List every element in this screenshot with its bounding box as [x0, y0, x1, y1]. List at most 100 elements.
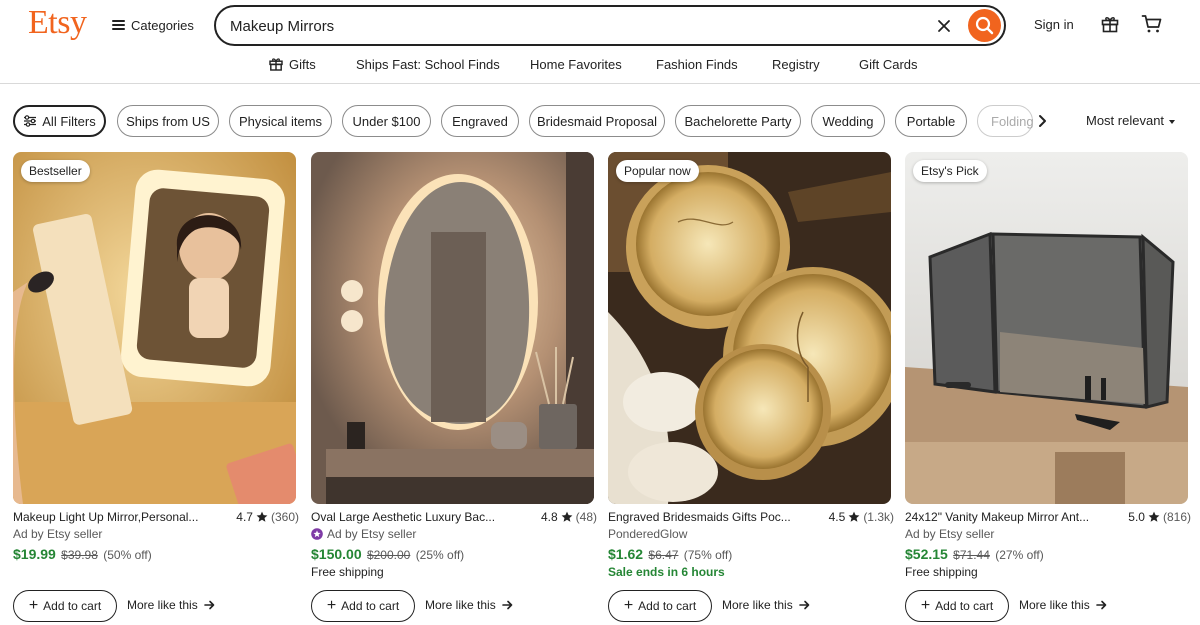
rating-value: 4.8: [540, 510, 558, 524]
review-count: (816): [1162, 510, 1191, 524]
sort-dropdown[interactable]: Most relevant: [1086, 113, 1176, 128]
sort-label: Most relevant: [1086, 113, 1165, 128]
sale-price: $1.62: [608, 546, 644, 562]
vanity-mirror-photo: [905, 152, 1188, 504]
original-price: $39.98: [61, 548, 98, 562]
original-price: $71.44: [953, 548, 990, 562]
seller-label: Ad by Etsy seller: [905, 527, 994, 541]
add-to-cart-label: Add to cart: [341, 599, 400, 613]
discount-label: (27% off): [995, 548, 1044, 562]
arrow-right-icon: [203, 600, 214, 610]
arrow-right-icon: [501, 600, 512, 610]
filter-pill-ships-from-us[interactable]: Ships from US: [117, 105, 219, 137]
plus-icon: +: [920, 597, 931, 614]
search-button[interactable]: [968, 9, 1001, 42]
star-seller-icon: [311, 528, 323, 540]
search-input[interactable]: [230, 16, 920, 36]
add-to-cart-button[interactable]: + Add to cart: [905, 590, 1009, 622]
listing-title[interactable]: Makeup Light Up Mirror,Personal...: [13, 510, 218, 524]
discount-label: (75% off): [683, 548, 733, 562]
filter-pill-physical-items[interactable]: Physical items: [229, 105, 332, 137]
free-shipping-label: Free shipping: [311, 565, 384, 579]
clear-icon[interactable]: [934, 16, 954, 36]
filter-pill-portable[interactable]: Portable: [895, 105, 967, 137]
rating-value: 4.7: [236, 510, 253, 524]
listing-image[interactable]: Bestseller: [13, 152, 296, 504]
price-block: $19.99 $39.98 (50% off): [13, 546, 152, 562]
filter-pill-folding[interactable]: Folding: [977, 105, 1034, 137]
rating-value: 5.0: [1128, 510, 1145, 524]
filter-pill-under-100[interactable]: Under $100: [342, 105, 431, 137]
chevron-right-icon[interactable]: [1036, 113, 1048, 129]
plus-icon: +: [28, 597, 39, 614]
add-to-cart-button[interactable]: + Add to cart: [311, 590, 415, 622]
listing-title[interactable]: Oval Large Aesthetic Luxury Bac...: [311, 510, 516, 524]
more-like-this-link[interactable]: More like this: [1019, 598, 1107, 612]
discount-label: (25% off): [415, 548, 465, 562]
more-like-this-link[interactable]: More like this: [425, 598, 513, 612]
compact-mirror-photo: [608, 152, 891, 504]
listing-title[interactable]: Engraved Bridesmaids Gifts Poc...: [608, 510, 813, 524]
rating-value: 4.5: [828, 510, 846, 524]
header-divider: [0, 83, 1200, 84]
add-to-cart-button[interactable]: + Add to cart: [13, 590, 117, 622]
all-filters-label: All Filters: [42, 113, 96, 129]
star-icon: [1148, 511, 1160, 522]
add-to-cart-button[interactable]: + Add to cart: [608, 590, 712, 622]
plus-icon: +: [326, 597, 337, 614]
filter-pill-bridesmaid-proposal[interactable]: Bridesmaid Proposal: [529, 105, 665, 137]
filter-bar: All Filters Ships from US Physical items…: [0, 104, 1200, 138]
nav-item-gifts[interactable]: Gifts: [289, 57, 316, 72]
listing-card[interactable]: Bestseller Makeup Light Up Mirror,Person…: [13, 152, 299, 625]
listing-image[interactable]: Etsy's Pick: [905, 152, 1188, 504]
listing-title[interactable]: 24x12" Vanity Makeup Mirror Ant...: [905, 510, 1110, 524]
more-like-this-label: More like this: [1019, 598, 1090, 612]
seller-name: Ad by Etsy seller: [13, 527, 103, 541]
filter-pill-bachelorette-party[interactable]: Bachelorette Party: [675, 105, 801, 137]
price-block: $52.15 $71.44 (27% off): [905, 546, 1044, 562]
etsy-logo[interactable]: Etsy: [28, 4, 87, 42]
gift-icon: [269, 58, 283, 71]
all-filters-button[interactable]: All Filters: [13, 105, 106, 137]
seller-label: Ad by Etsy seller: [311, 527, 416, 541]
gift-icon[interactable]: [1100, 14, 1120, 34]
cart-icon[interactable]: [1141, 14, 1163, 34]
nav-item-gift-cards[interactable]: Gift Cards: [859, 57, 918, 72]
review-count: (360): [270, 510, 299, 524]
more-like-this-link[interactable]: More like this: [722, 598, 810, 612]
add-to-cart-label: Add to cart: [935, 599, 994, 613]
star-icon: [256, 511, 268, 522]
categories-button[interactable]: Categories: [112, 12, 194, 38]
nav-item-registry[interactable]: Registry: [772, 57, 820, 72]
hamburger-icon: [112, 20, 125, 30]
listing-image[interactable]: [311, 152, 594, 504]
more-like-this-label: More like this: [425, 598, 496, 612]
seller-label[interactable]: PonderedGlow: [608, 527, 687, 541]
price-block: $1.62 $6.47 (75% off): [608, 546, 732, 562]
more-like-this-label: More like this: [127, 598, 198, 612]
nav-item-ships-fast[interactable]: Ships Fast: School Finds: [356, 57, 500, 72]
plus-icon: +: [623, 597, 634, 614]
add-to-cart-label: Add to cart: [638, 599, 697, 613]
more-like-this-link[interactable]: More like this: [127, 598, 215, 612]
listing-rating: 4.7 (360): [236, 510, 299, 524]
badge-popular-now: Popular now: [616, 160, 699, 182]
categories-label: Categories: [131, 17, 194, 33]
arrow-right-icon: [1095, 600, 1106, 610]
more-like-this-label: More like this: [722, 598, 793, 612]
sign-in-link[interactable]: Sign in: [1034, 17, 1074, 32]
listing-image[interactable]: Popular now: [608, 152, 891, 504]
add-to-cart-label: Add to cart: [43, 599, 102, 613]
listing-card[interactable]: Popular now Engraved Bridesmaids Gifts P…: [608, 152, 894, 625]
original-price: $200.00: [366, 548, 411, 562]
seller-name[interactable]: PonderedGlow: [608, 527, 687, 541]
nav-item-home-favorites[interactable]: Home Favorites: [530, 57, 622, 72]
listing-card[interactable]: Oval Large Aesthetic Luxury Bac... 4.8 (…: [311, 152, 597, 625]
oval-mirror-photo: [311, 152, 594, 504]
filter-pill-wedding[interactable]: Wedding: [811, 105, 885, 137]
discount-label: (50% off): [103, 548, 152, 562]
seller-label: Ad by Etsy seller: [13, 527, 102, 541]
listing-card[interactable]: Etsy's Pick 24x12" Vanity Makeup Mirror …: [905, 152, 1191, 625]
filter-pill-engraved[interactable]: Engraved: [441, 105, 519, 137]
nav-item-fashion-finds[interactable]: Fashion Finds: [656, 57, 738, 72]
